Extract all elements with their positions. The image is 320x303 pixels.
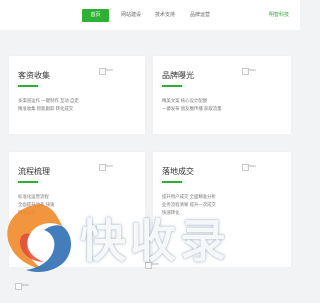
card-text: 全面提升效率 快速 — [18, 202, 55, 207]
card-title: 流程梳理 — [18, 167, 50, 176]
card-text: 精准收集 智能跟踪 转化成交 — [18, 106, 74, 111]
nav-item-brand[interactable]: 品牌运营 — [187, 9, 213, 22]
image-alt-text: icon — [22, 283, 29, 287]
broken-image-icon — [99, 68, 106, 75]
card-text: 业务流程清晰 提升一次成交 — [162, 202, 216, 207]
image-alt-text: icon — [152, 262, 159, 266]
broken-image-icon — [99, 164, 106, 171]
card-image: icon — [242, 164, 268, 184]
broken-image-icon — [145, 262, 152, 269]
card-title: 客资收集 — [18, 71, 50, 80]
nav-item-home[interactable]: 首页 — [82, 9, 109, 22]
card-text: 提升用户成交 全面精准分析 — [162, 194, 216, 199]
nav-right-link[interactable]: 明智科技 — [266, 9, 292, 22]
card-text: 多渠道运作 一键制作 互动 自定 — [18, 98, 79, 103]
feature-card-closing[interactable]: 落地成交 提升用户成交 全面精准分析 业务流程清晰 提升一次成交 快速转化 ic… — [153, 152, 291, 267]
card-title: 落地成交 — [162, 167, 194, 176]
top-nav-bar: 首页 网站建设 技术支持 品牌运营 明智科技 — [0, 0, 300, 30]
image-alt-text: icon — [106, 68, 113, 72]
feature-card-brand-exposure[interactable]: 品牌曝光 精美文案 核心设计配图 一键发布 朋友圈传播 获取流量 icon — [153, 56, 291, 134]
card-accent-bar — [162, 181, 182, 183]
broken-image-icon — [242, 164, 249, 171]
card-accent-bar — [18, 181, 38, 183]
card-accent-bar — [18, 85, 38, 87]
feature-card-process[interactable]: 流程梳理 标准化运营流程 全面提升效率 快速 精准高效 icon — [9, 152, 145, 267]
card-text: 精准高效 — [18, 210, 36, 215]
card-text: 精美文案 核心设计配图 — [162, 98, 208, 103]
card-image: icon — [99, 68, 125, 88]
image-alt-text: icon — [106, 164, 113, 168]
card-image: icon — [242, 68, 268, 88]
nav-item-website[interactable]: 网站建设 — [118, 9, 144, 22]
broken-image-icon — [242, 68, 249, 75]
image-alt-text: icon — [249, 164, 256, 168]
nav-item-tech-support[interactable]: 技术支持 — [152, 9, 178, 22]
card-text: 快速转化 — [162, 210, 180, 215]
card-text: 一键发布 朋友圈传播 获取流量 — [162, 106, 222, 111]
feature-card-lead-collection[interactable]: 客资收集 多渠道运作 一键制作 互动 自定 精准收集 智能跟踪 转化成交 ico… — [9, 56, 145, 134]
image-alt-text: icon — [249, 68, 256, 72]
card-text: 标准化运营流程 — [18, 194, 49, 199]
bottom-image: icon — [145, 262, 175, 272]
card-title: 品牌曝光 — [162, 71, 194, 80]
card-image: icon — [99, 164, 125, 184]
broken-image-icon — [15, 283, 22, 290]
card-accent-bar — [162, 85, 182, 87]
bottom-image: icon — [15, 283, 45, 293]
